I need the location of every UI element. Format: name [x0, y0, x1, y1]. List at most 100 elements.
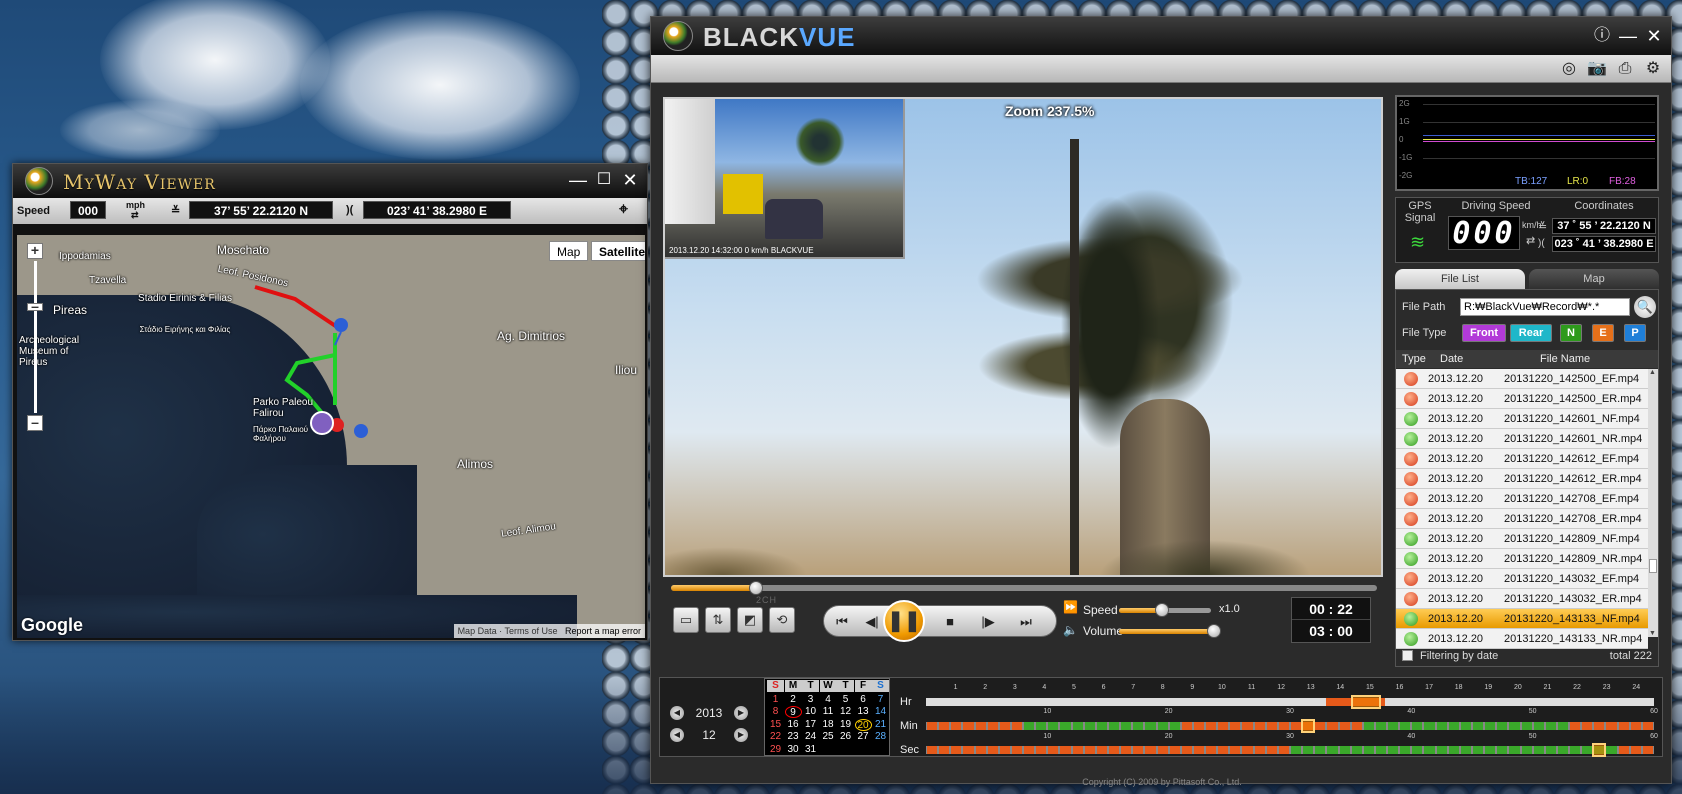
file-list-scrollbar[interactable]: ▲ ▼	[1648, 369, 1658, 637]
filter-normal-button[interactable]: N	[1560, 324, 1582, 342]
timeline-segment[interactable]	[1460, 746, 1471, 754]
timeline-segment[interactable]	[1024, 746, 1035, 754]
timeline-segment[interactable]	[1109, 722, 1120, 730]
timeline-segment[interactable]	[1485, 722, 1496, 730]
calendar-day[interactable]: 11	[820, 706, 837, 718]
calendar-day[interactable]: 5	[837, 694, 854, 706]
timeline-segment[interactable]	[1096, 722, 1107, 730]
info-icon[interactable]: ⓘ	[1591, 25, 1613, 47]
timeline-segment[interactable]	[927, 722, 938, 730]
calendar-day[interactable]: 17	[802, 719, 819, 731]
speed-slider-knob[interactable]	[1155, 603, 1170, 617]
timeline-segment[interactable]	[1254, 722, 1265, 730]
terms-link[interactable]: Terms of Use	[504, 626, 557, 636]
calendar-day[interactable]: 30	[785, 744, 802, 756]
gear-icon[interactable]: ⚙	[1643, 59, 1663, 79]
camera-icon[interactable]: 📷	[1587, 59, 1607, 79]
timeline-segment[interactable]	[1582, 722, 1593, 730]
file-row[interactable]: 2013.12.20 20131220_143032_EF.mp4	[1396, 569, 1648, 589]
maximize-icon[interactable]: ☐	[593, 169, 615, 191]
skip-end-button[interactable]: ⏭	[1014, 610, 1038, 634]
pin-blue-icon[interactable]	[334, 318, 348, 346]
timeline-segment[interactable]	[1618, 722, 1629, 730]
calendar-day[interactable]: 27	[855, 731, 872, 743]
file-row[interactable]: 2013.12.20 20131220_142708_EF.mp4	[1396, 489, 1648, 509]
calendar-day[interactable]: 15	[767, 719, 784, 731]
timeline-segment[interactable]	[1084, 746, 1095, 754]
timeline-segment[interactable]	[1011, 722, 1023, 730]
report-error-link[interactable]: Report a map error	[565, 626, 641, 636]
tab-map[interactable]: Map	[1529, 269, 1659, 289]
timeline-segment[interactable]	[1278, 722, 1289, 730]
rear-camera-pip[interactable]: 2013.12.20 14:32:00 0 km/h BLACKVUE	[665, 99, 905, 259]
second-marker[interactable]	[1592, 743, 1607, 757]
timeline-segment[interactable]	[1206, 722, 1217, 730]
filter-rear-button[interactable]: Rear	[1510, 324, 1552, 342]
timeline-segment[interactable]	[1448, 746, 1459, 754]
calendar-day[interactable]: 22	[767, 731, 784, 743]
calendar-day[interactable]: 2	[785, 694, 802, 706]
timeline-segment[interactable]	[1303, 746, 1314, 754]
timeline-segment[interactable]	[1533, 746, 1544, 754]
year-next-button[interactable]: ▶	[734, 706, 748, 720]
timeline-segment[interactable]	[1048, 722, 1059, 730]
timeline-segment[interactable]	[1278, 746, 1289, 754]
pip-button[interactable]: ◩	[737, 607, 763, 633]
timeline-segment[interactable]	[1424, 722, 1435, 730]
filter-event-button[interactable]: E	[1592, 324, 1614, 342]
col-type[interactable]: Type	[1402, 353, 1426, 365]
print-icon[interactable]: ⎙	[1615, 59, 1635, 79]
prev-frame-button[interactable]: ◀|	[860, 610, 884, 634]
crosshair-icon[interactable]: ⌖	[619, 201, 628, 219]
timeline-segment[interactable]	[1157, 746, 1168, 754]
zoom-in-button[interactable]: +	[27, 243, 43, 259]
file-row[interactable]: 2013.12.20 20131220_142708_ER.mp4	[1396, 509, 1648, 529]
timeline-segment[interactable]	[1193, 722, 1205, 730]
file-row[interactable]: 2013.12.20 20131220_142601_NF.mp4	[1396, 409, 1648, 429]
timeline-segment[interactable]	[1363, 746, 1374, 754]
timeline-segment[interactable]	[1218, 722, 1229, 730]
timeline-segment[interactable]	[1230, 746, 1241, 754]
timeline-segment[interactable]	[1545, 722, 1556, 730]
file-row[interactable]: 2013.12.20 20131220_142809_NF.mp4	[1396, 529, 1648, 549]
timeline-segment[interactable]	[1582, 746, 1593, 754]
timeline-segment[interactable]	[975, 722, 986, 730]
calendar-day[interactable]: 8	[767, 706, 784, 718]
timeline-segment[interactable]	[1618, 746, 1629, 754]
calendar-day[interactable]: 20	[854, 718, 872, 731]
timeline-segment[interactable]	[987, 722, 998, 730]
timeline-segment[interactable]	[1181, 722, 1192, 730]
timeline-segment[interactable]	[1497, 746, 1508, 754]
timeline-segment[interactable]	[1218, 746, 1229, 754]
pin-blue-icon[interactable]	[354, 424, 368, 438]
calendar-day[interactable]: 18	[820, 719, 837, 731]
timeline-segment[interactable]	[1060, 722, 1071, 730]
file-row[interactable]: 2013.12.20 20131220_143133_NF.mp4	[1396, 609, 1648, 629]
pause-button[interactable]: ❚❚	[883, 600, 925, 642]
unit-toggle-icon[interactable]: ⇄	[131, 210, 139, 221]
month-next-button[interactable]: ▶	[734, 728, 748, 742]
timeline-segment[interactable]	[1036, 722, 1047, 730]
timeline-segment[interactable]	[1291, 746, 1302, 754]
file-row[interactable]: 2013.12.20 20131220_143032_ER.mp4	[1396, 589, 1648, 609]
timeline-segment[interactable]	[1388, 746, 1399, 754]
timeline-segment[interactable]	[1011, 746, 1023, 754]
timeline-segment[interactable]	[1072, 722, 1083, 730]
timeline-segment[interactable]	[1145, 746, 1156, 754]
timeline-segment[interactable]	[1521, 722, 1532, 730]
timeline-segment[interactable]	[1169, 746, 1180, 754]
timeline-segment[interactable]	[1375, 746, 1387, 754]
timeline-segment[interactable]	[1400, 746, 1411, 754]
volume-slider-knob[interactable]	[1207, 624, 1221, 638]
myway-titlebar[interactable]: MyWay Viewer — ☐ ✕	[13, 164, 647, 198]
minimize-icon[interactable]: —	[567, 169, 589, 191]
timeline-segment[interactable]	[1327, 746, 1338, 754]
file-row[interactable]: 2013.12.20 20131220_142601_NR.mp4	[1396, 429, 1648, 449]
filter-front-button[interactable]: Front	[1462, 324, 1506, 342]
calendar-day[interactable]: 23	[785, 731, 802, 743]
timeline-segment[interactable]	[1375, 722, 1387, 730]
second-timeline[interactable]	[926, 743, 1654, 757]
file-row[interactable]: 2013.12.20 20131220_142500_EF.mp4	[1396, 369, 1648, 389]
col-filename[interactable]: File Name	[1540, 353, 1590, 365]
timeline-segment[interactable]	[1024, 722, 1035, 730]
